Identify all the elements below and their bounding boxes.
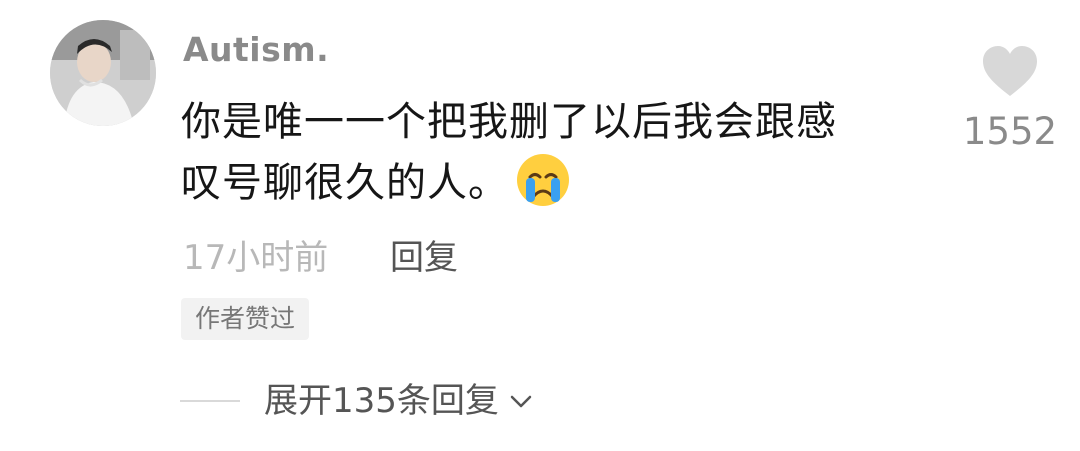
crying-face-emoji	[515, 152, 571, 208]
comment-text-line-2: 叹号聊很久的人。	[181, 152, 921, 213]
like-count: 1552	[962, 110, 1058, 153]
author-liked-badge: 作者赞过	[181, 298, 310, 340]
comment-timestamp: 17小时前	[183, 238, 329, 278]
username[interactable]: Autism.	[183, 30, 329, 70]
comment-text: 你是唯一一个把我删了以后我会跟感 叹号聊很久的人。	[181, 92, 921, 213]
comment-text-line-1: 你是唯一一个把我删了以后我会跟感	[181, 99, 837, 145]
reply-divider	[180, 400, 240, 402]
avatar[interactable]	[50, 20, 156, 126]
chevron-down-icon	[510, 395, 532, 408]
avatar-photo	[50, 20, 156, 126]
like-button[interactable]: 1552	[962, 44, 1058, 156]
comment-text-line-2-content: 叹号聊很久的人。	[181, 160, 509, 206]
expand-replies-button[interactable]: 展开135条回复	[264, 376, 537, 426]
reply-button[interactable]: 回复	[390, 234, 458, 282]
heart-icon	[983, 46, 1037, 96]
expand-replies-label: 展开135条回复	[264, 381, 499, 421]
